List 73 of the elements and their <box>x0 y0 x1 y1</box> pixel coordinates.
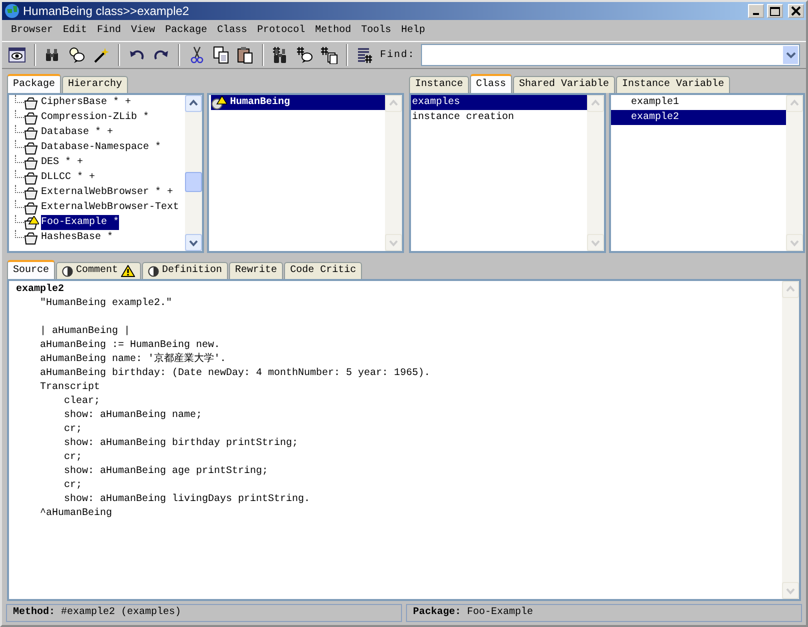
tab[interactable]: Class <box>470 74 512 93</box>
list-item[interactable]: examples <box>411 95 587 110</box>
package-name[interactable]: Database-Namespace * <box>41 140 162 155</box>
package-name[interactable]: HashesBase * <box>41 230 114 245</box>
list-item[interactable]: example1 <box>611 95 786 110</box>
hash-speech-icon[interactable] <box>296 46 314 64</box>
menu-item[interactable]: View <box>126 23 160 38</box>
tab[interactable]: Shared Variable <box>513 76 616 93</box>
code-line: show: aHumanBeing birthday printString; <box>63 437 300 451</box>
code-line: Transcript <box>39 381 102 395</box>
code-line: cr; <box>63 451 84 465</box>
tab[interactable]: Code Critic <box>284 262 362 279</box>
list-item[interactable]: example2 <box>611 110 786 125</box>
menu-item[interactable]: Method <box>310 23 356 38</box>
close-button[interactable] <box>788 4 804 18</box>
package-name[interactable]: CiphersBase * + <box>41 95 132 110</box>
hash-list-icon[interactable] <box>356 46 374 64</box>
code-line: aHumanBeing := HumanBeing new. <box>39 339 222 352</box>
menu-item[interactable]: Class <box>212 23 252 38</box>
scrollbar[interactable] <box>185 95 202 251</box>
tab[interactable]: Source <box>7 260 56 279</box>
code-line: aHumanBeing birthday: (Date newDay: 4 monthNumber: 5 year: 1965). <box>39 367 432 381</box>
minimize-icon <box>753 13 759 15</box>
code-line: cr; <box>63 479 84 493</box>
code-line: clear; <box>63 395 102 409</box>
tab[interactable]: Hierarchy <box>62 76 128 93</box>
tab[interactable]: Instance <box>409 76 470 93</box>
menu-item[interactable]: Find <box>92 23 126 38</box>
code-line: show: aHumanBeing age printString; <box>63 465 270 479</box>
close-icon <box>791 6 801 16</box>
class-row[interactable]: HumanBeing <box>211 95 385 110</box>
browser-icon[interactable] <box>8 46 26 64</box>
copy-icon[interactable] <box>212 46 230 64</box>
code-comment: "HumanBeing example2." <box>39 297 174 311</box>
minimize-button[interactable] <box>748 4 764 18</box>
window-title: HumanBeing class>>example2 <box>23 4 190 18</box>
code-line: show: aHumanBeing name; <box>63 409 204 423</box>
package-name[interactable]: DLLCC * + <box>41 170 96 185</box>
package-name[interactable]: Compression-ZLib * <box>41 110 150 125</box>
tab[interactable]: Package <box>7 74 62 93</box>
magic-wand-icon[interactable] <box>92 46 110 64</box>
paste-icon[interactable] <box>236 46 254 64</box>
find-label: Find: <box>380 48 416 62</box>
code-line: ^aHumanBeing <box>39 507 114 521</box>
method-header: example2 <box>16 283 66 297</box>
scissors-icon[interactable] <box>188 46 206 64</box>
package-name[interactable]: Foo-Example * <box>41 215 120 230</box>
menu-item[interactable]: Package <box>160 23 212 38</box>
tab[interactable]: Instance Variable <box>616 76 730 93</box>
list-item[interactable]: instance creation <box>411 110 587 125</box>
package-name[interactable]: DES * + <box>41 155 84 170</box>
menu-item[interactable]: Browser <box>6 23 58 38</box>
hash-pages-icon[interactable] <box>320 46 338 64</box>
scroll-thumb[interactable] <box>185 172 202 192</box>
code-line: show: aHumanBeing livingDays printString. <box>63 493 312 507</box>
code-line: | aHumanBeing | <box>39 325 132 339</box>
package-name[interactable]: Database * + <box>41 125 114 140</box>
package-name[interactable]: ExternalWebBrowser * + <box>41 185 174 200</box>
code-line: cr; <box>63 423 84 437</box>
tab[interactable]: Rewrite <box>229 262 284 279</box>
code-line: aHumanBeing name: '京都産業大学'. <box>39 353 228 367</box>
package-name[interactable]: ExternalWebBrowser-Text <box>41 200 180 215</box>
menu-item[interactable]: Tools <box>356 23 396 38</box>
package-status: Package: Foo-Example <box>406 604 802 622</box>
maximize-button[interactable] <box>767 4 783 18</box>
maximize-icon <box>770 6 780 16</box>
menu-item[interactable]: Edit <box>58 23 92 38</box>
find-field[interactable] <box>421 44 800 66</box>
tab[interactable]: Definition <box>142 262 228 279</box>
tab[interactable]: Comment <box>56 262 142 279</box>
menu-item[interactable]: Protocol <box>252 23 310 38</box>
method-status: Method: #example2 (examples) <box>6 604 402 622</box>
menu-item[interactable]: Help <box>396 23 430 38</box>
